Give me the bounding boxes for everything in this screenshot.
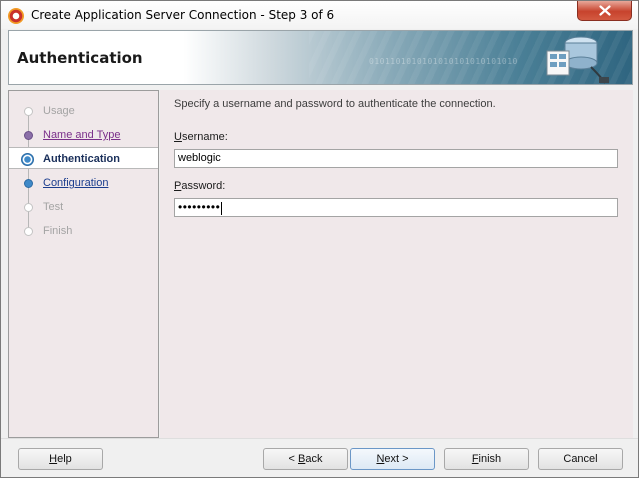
username-label-accel: U [174, 131, 182, 143]
app-icon [8, 8, 24, 24]
step-indicator-icon [24, 131, 33, 140]
username-value: weblogic [178, 152, 221, 164]
wizard-step-navigation: Usage Name and Type Authentication Confi… [8, 90, 159, 438]
banner-binary-text: 0101101010101010101010101010 [369, 57, 518, 66]
back-button[interactable]: < Back [263, 448, 348, 470]
nav-step-label: Finish [43, 225, 73, 237]
username-field[interactable]: weblogic [174, 149, 618, 168]
close-icon [598, 5, 611, 16]
nav-step-configuration[interactable]: Configuration [9, 172, 158, 194]
nav-step-name-and-type[interactable]: Name and Type [9, 124, 158, 146]
close-button[interactable] [577, 1, 632, 21]
password-field[interactable]: ••••••••• [174, 198, 618, 217]
text-caret [221, 201, 223, 215]
next-accel: N [376, 453, 385, 465]
finish-accel: F [471, 453, 479, 465]
username-label: Username: [174, 131, 228, 143]
finish-label-rest: inish [478, 453, 502, 465]
page-title: Authentication [17, 49, 143, 67]
nav-step-usage: Usage [9, 100, 158, 122]
nav-step-label: Authentication [43, 153, 120, 165]
nav-step-finish: Finish [9, 220, 158, 242]
server-connection-icon [546, 36, 609, 84]
dialog-window: Create Application Server Connection - S… [0, 0, 639, 478]
help-label-rest: elp [57, 453, 72, 465]
help-button[interactable]: Help [18, 448, 103, 470]
password-label-rest: assword: [181, 180, 226, 192]
nav-step-label: Usage [43, 105, 75, 117]
nav-step-label: Test [43, 201, 64, 213]
cancel-label: Cancel [563, 453, 598, 465]
footer-divider [1, 438, 638, 439]
step-indicator-icon [24, 107, 33, 116]
nav-step-authentication[interactable]: Authentication [9, 147, 158, 169]
back-prefix: < [288, 453, 298, 465]
next-button[interactable]: Next > [350, 448, 435, 470]
step-indicator-icon [24, 203, 33, 212]
header-banner: 0101101010101010101010101010 Authenticat… [8, 30, 633, 85]
back-accel: B [298, 453, 306, 465]
step-content-panel: Specify a username and password to authe… [160, 90, 633, 438]
nav-step-test: Test [9, 196, 158, 218]
finish-button[interactable]: Finish [444, 448, 529, 470]
window-title: Create Application Server Connection - S… [31, 8, 335, 22]
help-accel: H [49, 453, 58, 465]
password-label: Password: [174, 180, 225, 192]
nav-step-label[interactable]: Configuration [43, 177, 108, 189]
title-bar[interactable]: Create Application Server Connection - S… [1, 1, 638, 29]
instruction-text: Specify a username and password to authe… [174, 98, 496, 110]
current-step-icon [21, 153, 34, 166]
password-masked-value: ••••••••• [178, 200, 221, 214]
cancel-button[interactable]: Cancel [538, 448, 623, 470]
step-indicator-icon [24, 179, 33, 188]
step-indicator-icon [24, 227, 33, 236]
next-label-rest: ext > [384, 453, 409, 465]
back-label-rest: ack [305, 453, 323, 465]
username-label-rest: sername: [181, 131, 228, 143]
nav-step-label[interactable]: Name and Type [43, 129, 120, 141]
